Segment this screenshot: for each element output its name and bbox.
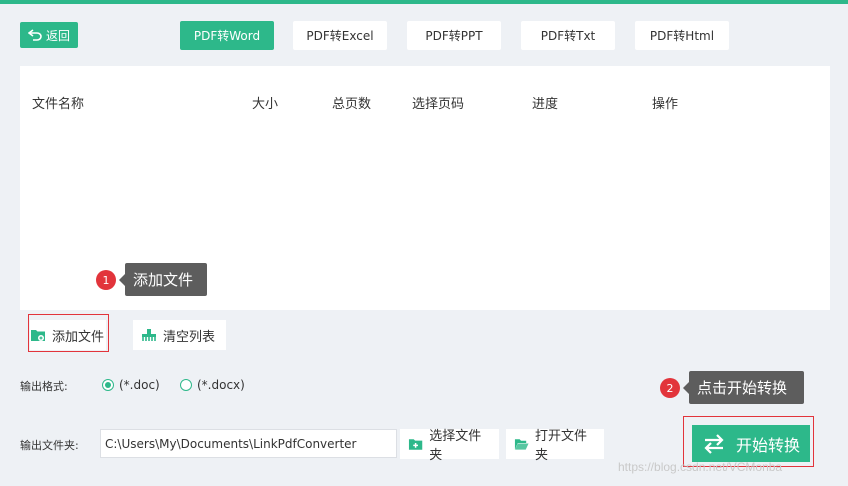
top-accent-bar: [0, 0, 848, 4]
start-conversion-button[interactable]: 开始转换: [692, 425, 810, 462]
add-file-label: 添加文件: [52, 329, 105, 345]
column-header-progress: 进度: [532, 97, 559, 112]
return-arrow-icon: [27, 29, 42, 41]
tab-pdf-to-ppt[interactable]: PDF转PPT: [407, 21, 501, 50]
annotation-callout-add-file: 添加文件: [119, 263, 207, 296]
open-folder-button[interactable]: 打开文件夹: [506, 429, 604, 463]
open-folder-icon: [514, 439, 529, 450]
format-option-doc: (*.doc): [119, 378, 160, 392]
select-folder-button[interactable]: 选择文件夹: [400, 429, 499, 463]
tab-pdf-to-word[interactable]: PDF转Word: [180, 21, 274, 50]
annotation-badge-2: 2: [660, 378, 680, 398]
format-radio-docx[interactable]: (*.docx): [180, 378, 245, 392]
back-button[interactable]: 返回: [20, 22, 78, 48]
swap-arrows-icon: [704, 433, 724, 454]
clear-list-label: 清空列表: [163, 329, 216, 345]
column-header-select-pages: 选择页码: [412, 97, 465, 112]
add-folder-icon: [31, 330, 45, 341]
format-radio-doc[interactable]: (*.doc): [102, 378, 160, 392]
start-conversion-label: 开始转换: [735, 435, 800, 455]
output-folder-path-input[interactable]: [100, 429, 397, 458]
column-header-actions: 操作: [652, 97, 679, 112]
tab-pdf-to-html[interactable]: PDF转Html: [635, 21, 729, 50]
watermark-text: https://blog.csdn.net/VCMonba: [618, 460, 783, 474]
tab-pdf-to-txt[interactable]: PDF转Txt: [521, 21, 615, 50]
broom-icon: [142, 329, 156, 341]
column-header-page-count: 总页数: [332, 97, 372, 112]
column-header-size: 大小: [252, 97, 279, 112]
output-format-label: 输出格式:: [20, 380, 68, 393]
folder-plus-icon: [408, 439, 423, 450]
clear-list-button[interactable]: 清空列表: [133, 320, 226, 350]
format-option-docx: (*.docx): [197, 378, 245, 392]
output-folder-label: 输出文件夹:: [20, 439, 79, 452]
select-folder-label: 选择文件夹: [429, 429, 482, 463]
radio-unselected-indicator: [180, 379, 192, 391]
open-folder-label: 打开文件夹: [535, 429, 588, 463]
column-header-filename: 文件名称: [32, 97, 85, 112]
back-button-label: 返回: [45, 28, 70, 43]
annotation-badge-1: 1: [96, 270, 116, 290]
tab-pdf-to-excel[interactable]: PDF转Excel: [293, 21, 387, 50]
annotation-callout-start: 点击开始转换: [683, 371, 804, 404]
add-file-button[interactable]: 添加文件: [30, 320, 106, 350]
radio-selected-indicator: [102, 379, 114, 391]
